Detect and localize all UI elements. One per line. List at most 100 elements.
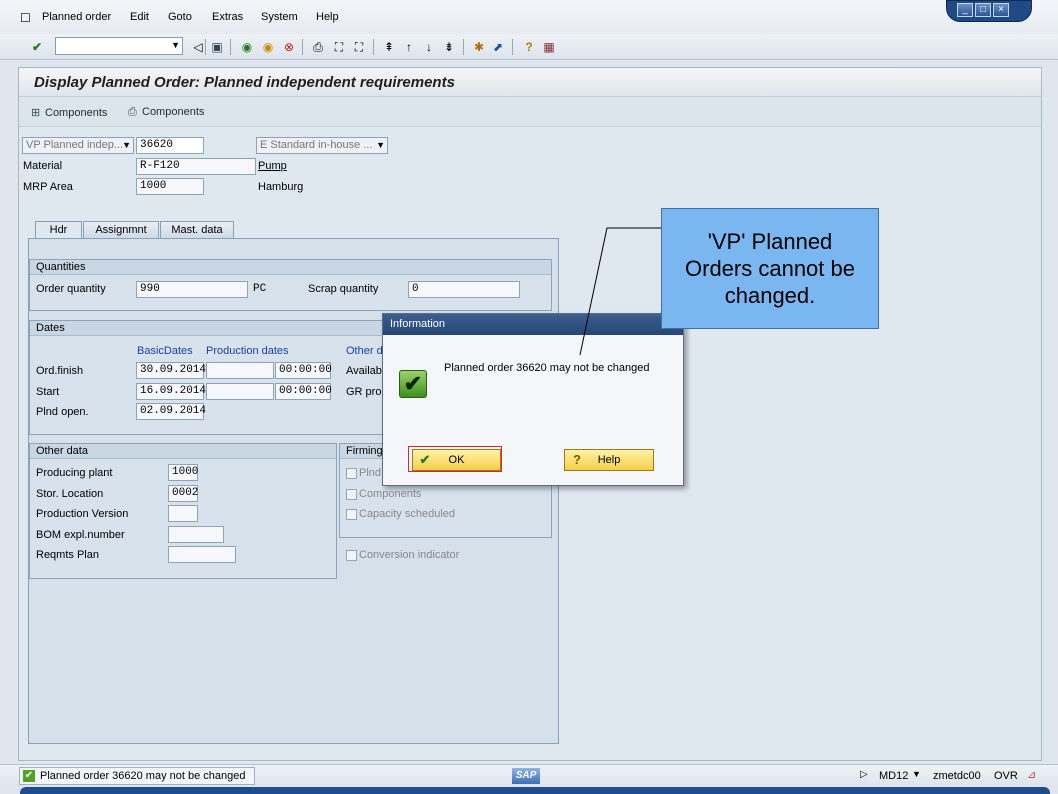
mrp-area-label: MRP Area bbox=[23, 181, 73, 193]
application-toolbar: ⊞ Components ⎙ Components bbox=[19, 97, 1041, 127]
help-icon[interactable]: ? bbox=[521, 39, 537, 55]
layout-icon[interactable]: ▦ bbox=[541, 39, 557, 55]
sap-logo: SAP bbox=[512, 768, 540, 784]
first-page-icon[interactable]: ⇞ bbox=[381, 39, 397, 55]
callout-box: 'VP' Planned Orders cannot be changed. bbox=[661, 208, 879, 329]
gr-processing-label: GR proc bbox=[346, 386, 387, 398]
toolbar-separator bbox=[205, 39, 206, 55]
storage-location-field[interactable]: 0002 bbox=[168, 485, 198, 502]
toolbar-separator bbox=[302, 39, 303, 55]
start-label: Start bbox=[36, 386, 60, 398]
order-type-select[interactable]: VP Planned indep... ▼ bbox=[22, 137, 134, 154]
menu-system[interactable]: System bbox=[261, 11, 298, 23]
ok-button-focus-frame bbox=[408, 446, 502, 472]
ord-finish-basic-field[interactable]: 30.09.2014 bbox=[136, 362, 206, 379]
page-title: Display Planned Order: Planned independe… bbox=[34, 74, 455, 91]
menu-extras[interactable]: Extras bbox=[212, 11, 243, 23]
back-nav-icon[interactable]: ◉ bbox=[239, 39, 255, 55]
status-expand-icon[interactable]: ▷ bbox=[860, 769, 868, 780]
start-prod-field[interactable] bbox=[206, 383, 274, 400]
components-checkbox[interactable] bbox=[346, 489, 357, 500]
toolbar-separator bbox=[463, 39, 464, 55]
exit-icon[interactable]: ◉ bbox=[260, 39, 276, 55]
scrap-quantity-label: Scrap quantity bbox=[308, 283, 379, 295]
chevron-down-icon[interactable]: ▼ bbox=[171, 40, 180, 50]
components-checkbox-label: Components bbox=[359, 488, 422, 500]
previous-page-icon[interactable]: ↑ bbox=[401, 39, 417, 55]
success-status-icon: ✔ bbox=[23, 770, 35, 782]
tab-hdr[interactable]: Hdr bbox=[35, 221, 82, 239]
conversion-indicator-label: Conversion indicator bbox=[359, 549, 460, 561]
toolbar-separator bbox=[230, 39, 231, 55]
producing-plant-field[interactable]: 1000 bbox=[168, 464, 198, 481]
quantities-title: Quantities bbox=[30, 260, 551, 275]
back-icon[interactable]: ◁ bbox=[190, 39, 206, 55]
enter-check-icon[interactable]: ✔ bbox=[29, 39, 45, 55]
plnd-open-label: Plnd open. bbox=[36, 406, 89, 418]
material-label: Material bbox=[23, 160, 63, 172]
mrp-area-field[interactable]: 1000 bbox=[136, 178, 204, 195]
components-label-2: Components bbox=[142, 106, 205, 118]
start-time-field[interactable]: 00:00:00 bbox=[275, 383, 332, 400]
find-next-icon[interactable]: ⛶ bbox=[351, 39, 367, 55]
save-icon[interactable]: ▣ bbox=[209, 39, 225, 55]
tab-assignment[interactable]: Assignmnt bbox=[83, 221, 159, 239]
close-icon[interactable]: × bbox=[993, 3, 1009, 17]
menu-bar: ☐ Planned order Edit Goto Extras System … bbox=[0, 0, 1058, 34]
conversion-indicator-checkbox[interactable] bbox=[346, 550, 357, 561]
menu-edit[interactable]: Edit bbox=[130, 11, 149, 23]
ord-finish-time-field[interactable]: 00:00:00 bbox=[275, 362, 332, 379]
production-version-label: Production Version bbox=[36, 508, 129, 520]
reqmts-plan-field[interactable] bbox=[168, 546, 236, 563]
ord-finish-prod-field[interactable] bbox=[206, 362, 274, 379]
order-quantity-field[interactable]: 990 bbox=[136, 281, 248, 298]
menu-planned-order[interactable]: Planned order bbox=[42, 11, 111, 23]
material-field[interactable]: R-F120 bbox=[136, 158, 256, 175]
start-basic-field[interactable]: 16.09.2014 bbox=[136, 383, 206, 400]
unit-value: PC bbox=[253, 283, 267, 295]
mrp-area-description: Hamburg bbox=[258, 181, 304, 193]
create-session-icon[interactable]: ✱ bbox=[471, 39, 487, 55]
chevron-down-icon: ▼ bbox=[122, 140, 131, 150]
capacity-scheduled-checkbox[interactable] bbox=[346, 509, 357, 520]
order-type-value: VP Planned indep... bbox=[26, 139, 124, 151]
status-message-text: Planned order 36620 may not be changed bbox=[40, 770, 246, 782]
chevron-down-icon[interactable]: ▼ bbox=[912, 769, 921, 779]
minimize-icon[interactable]: _ bbox=[957, 3, 973, 17]
menu-entry-icon[interactable]: ☐ bbox=[20, 11, 31, 25]
scrap-quantity-field[interactable]: 0 bbox=[408, 281, 520, 298]
order-number-field[interactable]: 36620 bbox=[136, 137, 204, 154]
components-button-2[interactable]: ⎙ Components bbox=[128, 106, 204, 119]
storage-location-label: Stor. Location bbox=[36, 488, 104, 500]
plnd-label: Plnd bbox=[359, 467, 382, 479]
basic-dates-header: BasicDates bbox=[137, 345, 193, 357]
help-button[interactable]: ? Help bbox=[564, 449, 654, 471]
command-field[interactable]: ▼ bbox=[55, 37, 183, 55]
cancel-icon[interactable]: ⊗ bbox=[281, 39, 297, 55]
plnd-checkbox[interactable] bbox=[346, 468, 357, 479]
producing-plant-label: Producing plant bbox=[36, 467, 113, 479]
last-page-icon[interactable]: ⇟ bbox=[441, 39, 457, 55]
other-dates-header: Other d bbox=[346, 345, 383, 357]
restore-icon[interactable]: □ bbox=[975, 3, 991, 17]
production-version-field[interactable] bbox=[168, 505, 198, 522]
status-bar: ✔ Planned order 36620 may not be changed… bbox=[0, 764, 1058, 786]
procurement-select[interactable]: E Standard in-house ... ▼ bbox=[256, 137, 388, 154]
print-icon[interactable]: ⎙ bbox=[310, 39, 326, 55]
menu-help[interactable]: Help bbox=[316, 11, 339, 23]
input-mode[interactable]: OVR bbox=[994, 770, 1018, 782]
bom-expl-number-field[interactable] bbox=[168, 526, 224, 543]
tab-master-data[interactable]: Mast. data bbox=[160, 221, 234, 239]
window-controls: _ □ × bbox=[946, 0, 1032, 22]
plnd-open-basic-field[interactable]: 02.09.2014 bbox=[136, 403, 206, 420]
menu-goto[interactable]: Goto bbox=[168, 11, 192, 23]
components-button-1[interactable]: ⊞ Components bbox=[31, 106, 107, 119]
status-message[interactable]: ✔ Planned order 36620 may not be changed bbox=[19, 767, 255, 785]
shortcut-icon[interactable]: ⬈ bbox=[490, 39, 506, 55]
material-description[interactable]: Pump bbox=[258, 160, 287, 172]
find-icon[interactable]: ⛶ bbox=[331, 39, 347, 55]
capacity-scheduled-label: Capacity scheduled bbox=[359, 508, 456, 520]
transaction-code: MD12 bbox=[879, 770, 909, 782]
next-page-icon[interactable]: ↓ bbox=[421, 39, 437, 55]
hierarchy-icon: ⊞ bbox=[31, 107, 41, 119]
